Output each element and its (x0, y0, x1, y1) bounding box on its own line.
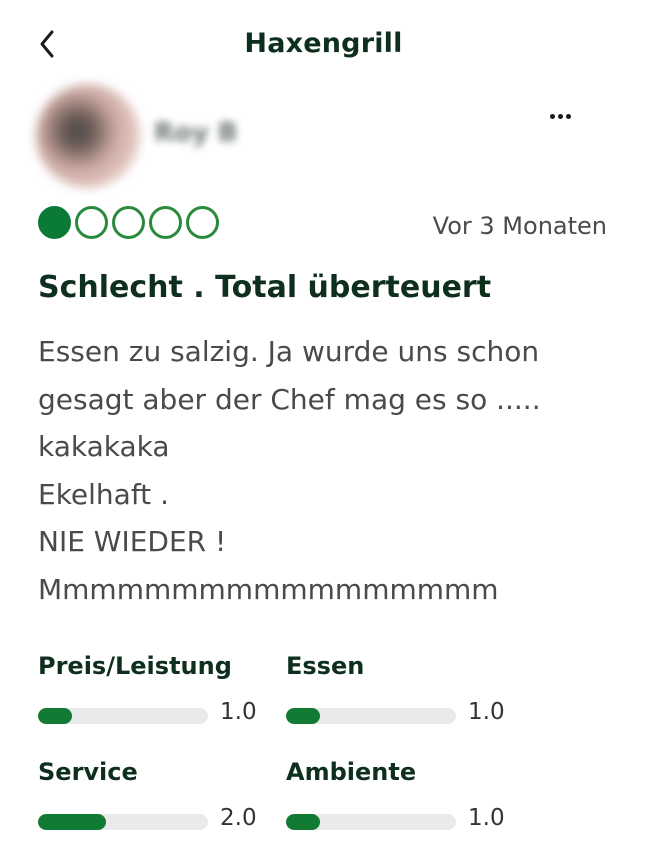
header: Haxengrill (0, 0, 647, 92)
more-horizontal-icon[interactable] (550, 104, 590, 128)
rating-bubble-empty (112, 206, 145, 239)
subrating-label: Essen (286, 652, 365, 680)
page-title: Haxengrill (244, 28, 403, 59)
subrating-bar (286, 708, 456, 724)
subrating-bar (38, 708, 208, 724)
rating-bubble-empty (75, 206, 108, 239)
subrating-ambiente: Ambiente 1.0 (286, 758, 526, 838)
review-date: Vor 3 Monaten (432, 212, 607, 240)
subrating-bar-fill (286, 708, 320, 724)
review-body-line: Essen zu salzig. Ja wurde uns schon (38, 335, 540, 368)
review-body-line: kakakaka (38, 430, 170, 463)
rating-bubble-filled (38, 206, 71, 239)
review-body-line: Ekelhaft . (38, 477, 169, 511)
subrating-label: Ambiente (286, 758, 417, 786)
subrating-label: Preis/Leistung (38, 652, 232, 680)
review-headline: Schlecht . Total überteuert (38, 270, 492, 305)
subrating-essen: Essen 1.0 (286, 652, 526, 732)
subrating-bar-fill (286, 814, 320, 830)
subrating-value: 2.0 (220, 805, 257, 831)
subrating-bar-fill (38, 814, 106, 830)
subrating-value: 1.0 (220, 699, 257, 725)
review-body-line: gesagt aber der Chef mag es so ..... (38, 382, 541, 416)
subrating-bar (286, 814, 456, 830)
review-body-line: NIE WIEDER ! (38, 525, 227, 558)
subrating-value: 1.0 (468, 699, 505, 725)
rating-bubble-empty (186, 206, 219, 239)
subrating-bar (38, 814, 208, 830)
avatar[interactable] (36, 84, 140, 188)
subrating-label: Service (38, 758, 138, 786)
review-body-line: Mmmmmmmmmmmmmmmmm (38, 572, 499, 606)
subrating-bar-fill (38, 708, 72, 724)
rating-bubble-empty (149, 206, 182, 239)
review-body: Essen zu salzig. Ja wurde uns schon gesa… (38, 328, 618, 613)
subrating-service: Service 2.0 (38, 758, 278, 838)
rating-bubbles (38, 206, 219, 248)
author-name[interactable]: Roy B (154, 118, 238, 148)
review-author[interactable]: Roy B (36, 82, 296, 188)
subrating-value: 1.0 (468, 805, 505, 831)
subrating-preis-leistung: Preis/Leistung 1.0 (38, 652, 278, 732)
